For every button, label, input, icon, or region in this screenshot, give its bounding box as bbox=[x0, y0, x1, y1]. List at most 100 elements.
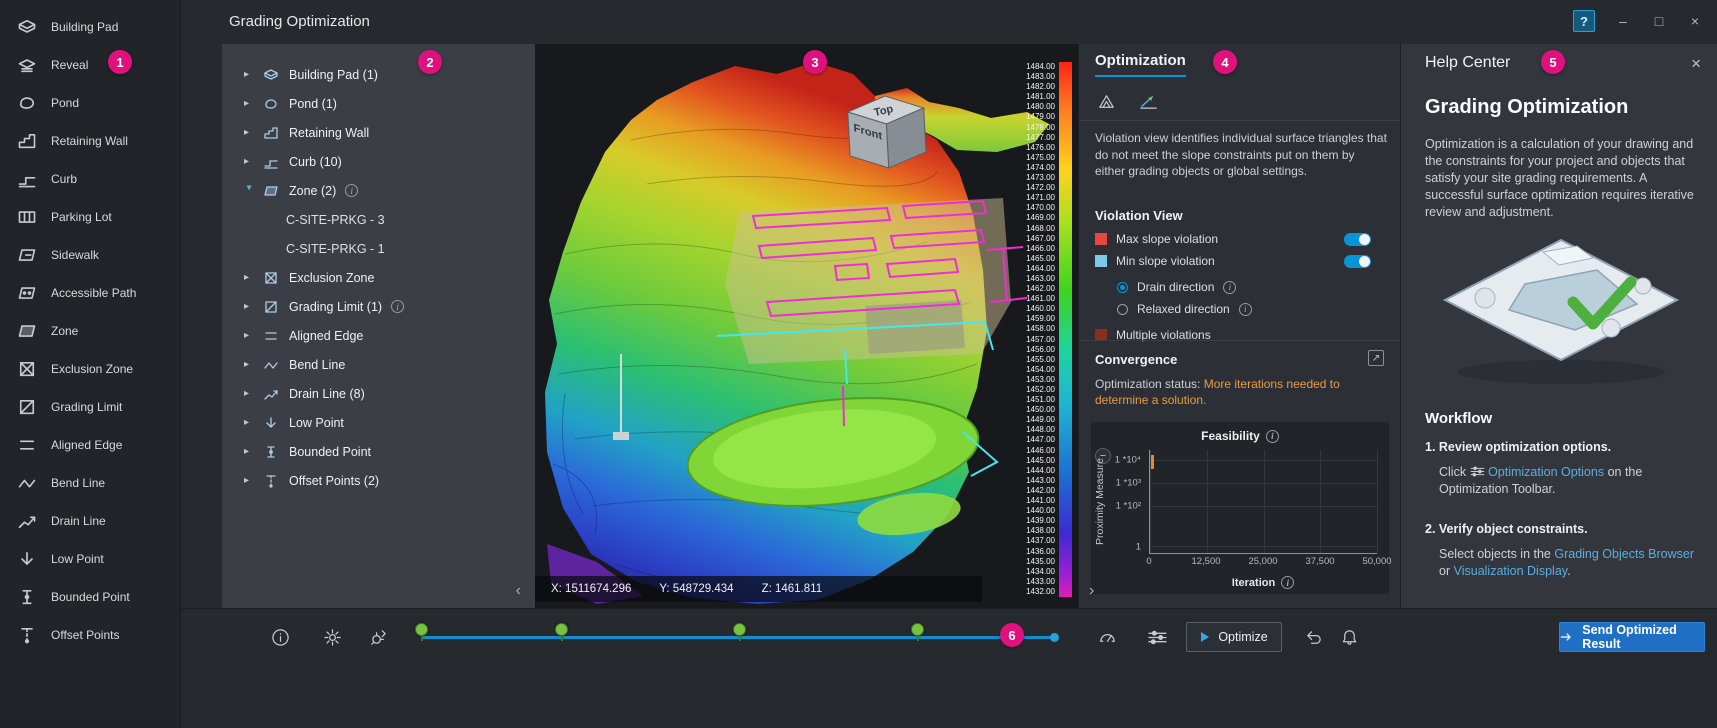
expand-arrow-icon[interactable]: ▸ bbox=[244, 330, 254, 341]
tree-item-low-point[interactable]: ▸ Low Point bbox=[222, 408, 535, 437]
grading-objects-browser-link[interactable]: Grading Objects Browser bbox=[1554, 547, 1694, 561]
info-icon[interactable]: i bbox=[1265, 429, 1279, 443]
info-icon[interactable] bbox=[269, 626, 291, 648]
palette-item-drain-line[interactable]: Drain Line bbox=[0, 502, 180, 540]
palette-item-offset-points[interactable]: Offset Points bbox=[0, 616, 180, 654]
palette-item-exclusion-zone[interactable]: Exclusion Zone bbox=[0, 350, 180, 388]
tree-item-pond[interactable]: ▸ Pond (1) bbox=[222, 89, 535, 118]
max-slope-toggle[interactable] bbox=[1344, 232, 1371, 246]
notifications-bell-icon[interactable] bbox=[1338, 626, 1360, 648]
palette-item-bounded-point[interactable]: Bounded Point bbox=[0, 578, 180, 616]
info-icon[interactable]: i bbox=[391, 300, 405, 313]
tree-item-grading-limit[interactable]: ▸ Grading Limit (1) i bbox=[222, 292, 535, 321]
palette-item-accessible-path[interactable]: Accessible Path bbox=[0, 274, 180, 312]
aligned-edge-icon bbox=[14, 434, 40, 456]
expand-arrow-icon[interactable]: ▸ bbox=[244, 127, 254, 138]
tree-item-label: Pond (1) bbox=[289, 96, 337, 111]
tree-item-curb[interactable]: ▸ Curb (10) bbox=[222, 147, 535, 176]
view-cube[interactable]: Top Front bbox=[843, 90, 931, 178]
bounded-point-icon bbox=[263, 444, 280, 460]
expand-arrow-icon[interactable]: ▸ bbox=[244, 417, 254, 428]
tree-item-exclusion-zone[interactable]: ▸ Exclusion Zone bbox=[222, 263, 535, 292]
visualization-display[interactable]: Top Front 1484.00 1483.00 1482.00 1481.00 14… bbox=[535, 44, 1078, 608]
tree-item-aligned-edge[interactable]: ▸ Aligned Edge bbox=[222, 321, 535, 350]
settings-gear-icon[interactable] bbox=[321, 626, 343, 648]
palette-item-curb[interactable]: Curb bbox=[0, 160, 180, 198]
optimization-timeline-slider[interactable] bbox=[415, 623, 1059, 648]
legend-value: 1437.00 bbox=[1026, 536, 1055, 546]
legend-value: 1450.00 bbox=[1026, 405, 1055, 415]
undo-icon[interactable] bbox=[1302, 626, 1324, 648]
palette-item-reveal[interactable]: Reveal bbox=[0, 46, 180, 84]
maximize-button[interactable]: □ bbox=[1651, 13, 1667, 29]
expand-arrow-icon[interactable]: ▸ bbox=[244, 359, 254, 370]
milestone-flag-icon[interactable] bbox=[733, 623, 746, 641]
sidewalk-icon bbox=[14, 244, 40, 266]
minimize-button[interactable]: – bbox=[1615, 13, 1631, 29]
palette-item-zone[interactable]: Zone bbox=[0, 312, 180, 350]
send-optimized-result-button[interactable]: Send Optimized Result bbox=[1559, 622, 1705, 652]
tree-item-bend-line[interactable]: ▸ Bend Line bbox=[222, 350, 535, 379]
palette-item-grading-limit[interactable]: Grading Limit bbox=[0, 388, 180, 426]
palette-item-sidewalk[interactable]: Sidewalk bbox=[0, 236, 180, 274]
milestone-flag-icon[interactable] bbox=[911, 623, 925, 641]
drain-direction-view-icon[interactable] bbox=[1135, 90, 1161, 112]
grading-options-icon[interactable] bbox=[367, 626, 389, 648]
relaxed-direction-row[interactable]: Relaxed direction i bbox=[1095, 298, 1387, 320]
optimize-button[interactable]: Optimize bbox=[1186, 622, 1282, 652]
tree-item-c-site-prkg-3[interactable]: C-SITE-PRKG - 3 bbox=[222, 205, 535, 234]
tab-optimization[interactable]: Optimization bbox=[1095, 52, 1186, 77]
close-help-icon[interactable]: × bbox=[1691, 54, 1701, 74]
milestone-flag-icon[interactable] bbox=[554, 623, 568, 641]
expand-arrow-icon[interactable]: ▸ bbox=[244, 69, 254, 80]
terrain-surface[interactable] bbox=[535, 44, 1078, 608]
expand-arrow-icon[interactable]: ▸ bbox=[244, 301, 254, 312]
tree-item-drain-line[interactable]: ▸ Drain Line (8) bbox=[222, 379, 535, 408]
expand-arrow-icon[interactable]: ▸ bbox=[244, 475, 254, 486]
help-button[interactable]: ? bbox=[1573, 10, 1595, 32]
expand-arrow-icon[interactable]: ▸ bbox=[244, 446, 254, 457]
speed-gauge-icon[interactable] bbox=[1096, 626, 1118, 648]
palette-item-label: Drain Line bbox=[51, 514, 106, 528]
drain-direction-row[interactable]: Drain direction i bbox=[1095, 276, 1387, 298]
min-slope-toggle[interactable] bbox=[1344, 254, 1371, 268]
milestone-flag-icon[interactable] bbox=[415, 623, 428, 641]
info-icon[interactable]: i bbox=[1223, 280, 1237, 294]
palette-item-parking-lot[interactable]: Parking Lot bbox=[0, 198, 180, 236]
violation-view-icon[interactable] bbox=[1093, 90, 1119, 112]
info-icon[interactable]: i bbox=[1238, 302, 1252, 316]
collapse-optimization-chevron[interactable]: › bbox=[1089, 582, 1094, 600]
tree-item-c-site-prkg-1[interactable]: C-SITE-PRKG - 1 bbox=[222, 234, 535, 263]
collapse-browser-chevron[interactable]: ‹ bbox=[516, 582, 521, 600]
tree-item-bounded-point[interactable]: ▸ Bounded Point bbox=[222, 437, 535, 466]
tree-item-offset-points[interactable]: ▸ Offset Points (2) bbox=[222, 466, 535, 495]
palette-item-low-point[interactable]: Low Point bbox=[0, 540, 180, 578]
collapse-arrow-icon[interactable]: ▸ bbox=[244, 186, 255, 196]
visualization-display-link[interactable]: Visualization Display bbox=[1454, 564, 1567, 578]
optimization-options-link[interactable]: Optimization Options bbox=[1488, 465, 1604, 479]
workflow-step2-title: 2. Verify object constraints. bbox=[1425, 522, 1588, 536]
optimization-options-icon[interactable] bbox=[1146, 626, 1168, 648]
relaxed-direction-radio[interactable] bbox=[1117, 303, 1128, 315]
expand-arrow-icon[interactable]: ▸ bbox=[244, 272, 254, 283]
palette-item-aligned-edge[interactable]: Aligned Edge bbox=[0, 426, 180, 464]
palette-item-pond[interactable]: Pond bbox=[0, 84, 180, 122]
tree-item-zone[interactable]: ▸ Zone (2) i bbox=[222, 176, 535, 205]
convergence-title: Convergence bbox=[1095, 352, 1178, 367]
palette-item-bend-line[interactable]: Bend Line bbox=[0, 464, 180, 502]
palette-item-building-pad[interactable]: Building Pad bbox=[0, 8, 180, 46]
info-icon[interactable]: i bbox=[1281, 576, 1295, 589]
tree-item-building-pad[interactable]: ▸ Building Pad (1) bbox=[222, 60, 535, 89]
palette-item-retaining-wall[interactable]: Retaining Wall bbox=[0, 122, 180, 160]
drain-direction-radio[interactable] bbox=[1117, 281, 1128, 293]
violation-view-description: Violation view identifies individual sur… bbox=[1095, 131, 1387, 179]
legend-value: 1462.00 bbox=[1026, 284, 1055, 294]
info-icon[interactable]: i bbox=[345, 184, 359, 197]
close-button[interactable]: × bbox=[1687, 13, 1703, 29]
expand-arrow-icon[interactable]: ▸ bbox=[244, 156, 254, 167]
tree-item-retaining-wall[interactable]: ▸ Retaining Wall bbox=[222, 118, 535, 147]
expand-convergence-icon[interactable]: ↗ bbox=[1368, 350, 1384, 366]
expand-arrow-icon[interactable]: ▸ bbox=[244, 98, 254, 109]
coordinate-readout: X: 1511674.296 Y: 548729.434 Z: 1461.811 bbox=[535, 576, 982, 602]
expand-arrow-icon[interactable]: ▸ bbox=[244, 388, 254, 399]
